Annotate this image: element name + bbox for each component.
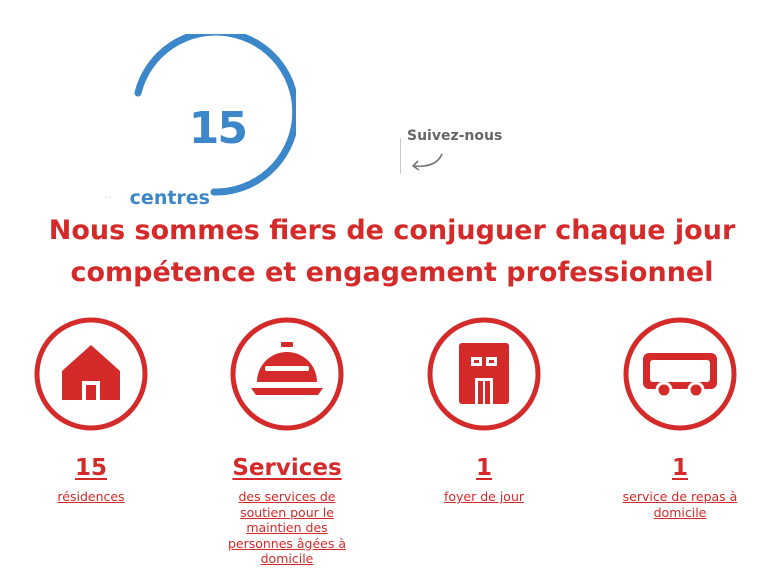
follow-us[interactable]: Suivez-nous [400, 128, 540, 178]
follow-us-label[interactable]: Suivez-nous [407, 128, 502, 144]
headline: Nous sommes fiers de conjuguer chaque jo… [0, 210, 784, 294]
stat-value[interactable]: 1 [582, 453, 778, 483]
stat-services[interactable]: Services des services de soutien pour le… [189, 316, 385, 567]
counter-label: centres [129, 187, 210, 209]
stat-value[interactable]: 1 [386, 453, 582, 483]
building-icon [427, 317, 541, 431]
stat-residences[interactable]: 15 résidences [0, 316, 189, 505]
house-icon [34, 317, 148, 431]
counter-value: 15 [188, 103, 248, 154]
stat-day-centre[interactable]: 1 foyer de jour [386, 316, 582, 505]
stat-value[interactable]: 15 [0, 453, 189, 483]
stat-label[interactable]: des services de soutien pour le maintien… [225, 489, 349, 567]
headline-line-2: compétence et engagement professionnel [70, 257, 714, 288]
centres-counter: 15 centres [128, 34, 296, 209]
divider [400, 138, 401, 174]
headline-line-1: Nous sommes fiers de conjuguer chaque jo… [48, 215, 736, 246]
tick-mark: ˙˙ [104, 196, 112, 205]
stat-meal-delivery[interactable]: 1 service de repas à domicile [582, 316, 778, 520]
stat-label[interactable]: foyer de jour [404, 489, 564, 505]
service-bell-icon [230, 317, 344, 431]
delivery-van-icon [623, 317, 737, 431]
stat-label[interactable]: résidences [11, 489, 171, 505]
stat-label[interactable]: service de repas à domicile [616, 489, 744, 520]
stat-value[interactable]: Services [189, 453, 385, 483]
curved-arrow-icon [412, 153, 443, 171]
